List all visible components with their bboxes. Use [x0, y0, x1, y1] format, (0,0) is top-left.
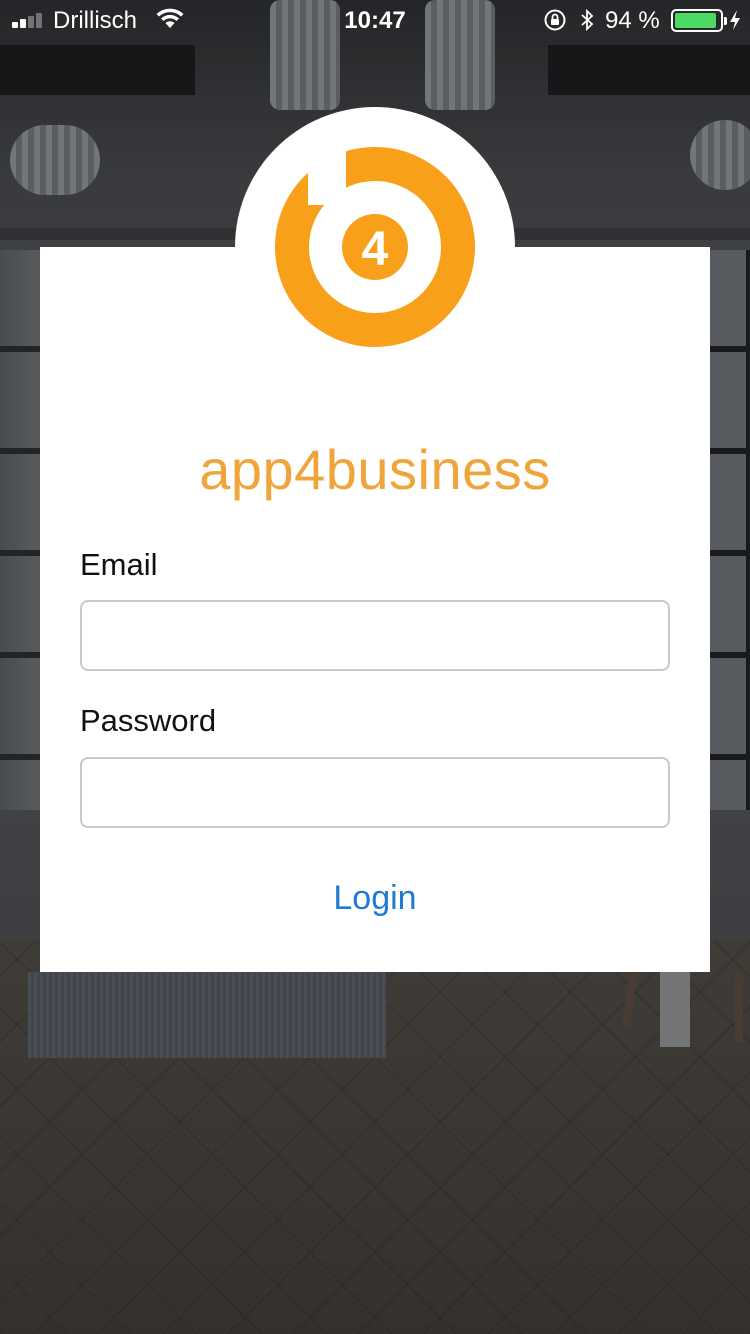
battery-percentage: 94 % [605, 7, 660, 34]
bluetooth-icon [581, 8, 594, 32]
status-bar: Drillisch 10:47 94 % [0, 0, 750, 40]
battery-level-fill [675, 13, 717, 28]
email-input[interactable] [80, 600, 670, 671]
battery-tip [724, 17, 727, 25]
b4-logo: 4 [275, 147, 475, 347]
app-name: app4business [199, 438, 551, 501]
login-button[interactable]: Login [275, 870, 475, 926]
logo-number: 4 [362, 223, 389, 276]
email-label: Email [80, 547, 158, 582]
orientation-lock-icon [544, 9, 566, 31]
battery-icon [671, 9, 727, 32]
password-label: Password [80, 703, 217, 738]
password-input[interactable] [80, 757, 670, 828]
charging-icon [730, 10, 740, 30]
